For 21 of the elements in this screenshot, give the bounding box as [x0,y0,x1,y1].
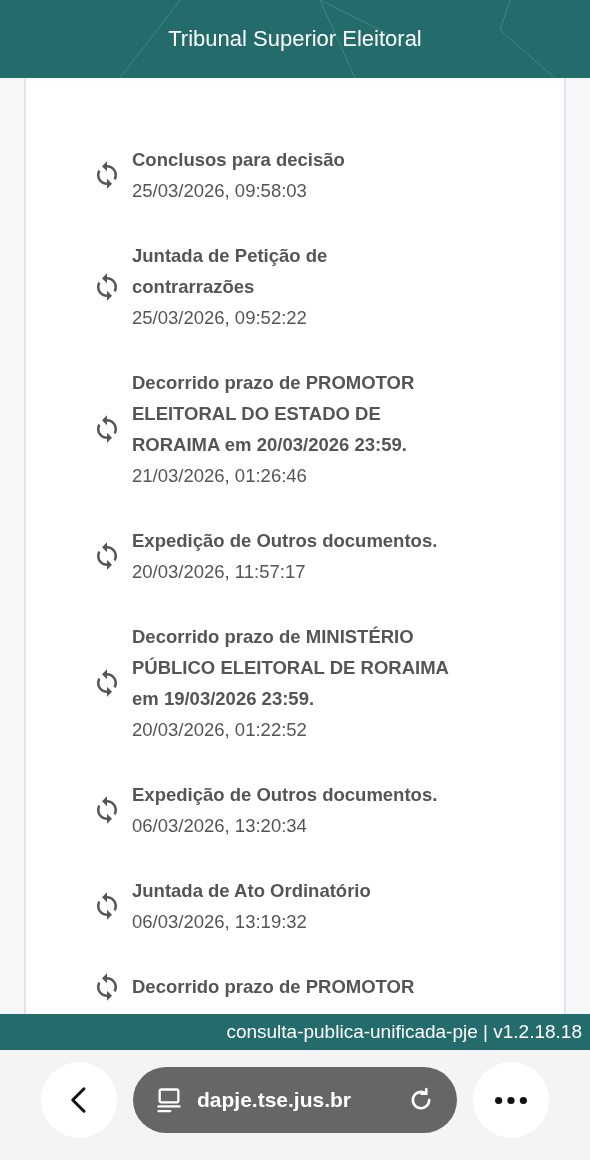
movement-title: Expedição de Outros documentos. [132,529,439,553]
movement-date: 21/03/2026, 01:26:46 [132,464,308,488]
movement-title: Decorrido prazo de PROMOTOR [132,975,416,999]
movement-date: 25/03/2026, 09:58:03 [132,179,308,203]
movement-date: 20/03/2026, 01:22:52 [132,718,308,742]
movement-date: 06/03/2026, 13:20:34 [132,814,308,838]
movement-title: Juntada de Ato Ordinatório [132,879,372,903]
address-bar[interactable]: dapje.tse.jus.br [133,1067,457,1133]
movement-title: Expedição de Outros documentos. [132,783,439,807]
movement-date: 06/03/2026, 13:19:32 [132,910,308,934]
url-text: dapje.tse.jus.br [197,1088,353,1112]
movement-title: Juntada de Petição de contrarrazões [132,244,329,299]
tabs-icon [155,1086,183,1114]
movement-title: Conclusos para decisão [132,148,346,172]
movement-date: 20/03/2026, 11:57:17 [132,560,307,584]
movement-date: 25/03/2026, 09:52:22 [132,306,308,330]
movement-title: Decorrido prazo de MINISTÉRIO PÚBLICO ELEITORAL DE RORAIMA em 19/03/2026 23:59. [132,625,450,711]
version-text: consulta-publica-unificada-pje | v1.2.18.18 [226,1021,582,1043]
movement-title: Decorrido prazo de PROMOTOR ELEITORAL DO ESTADO DE RORAIMA em 20/03/2026 23:59. [132,371,416,457]
more-icon [494,1095,528,1105]
header-title: Tribunal Superior Eleitoral [168,26,422,52]
